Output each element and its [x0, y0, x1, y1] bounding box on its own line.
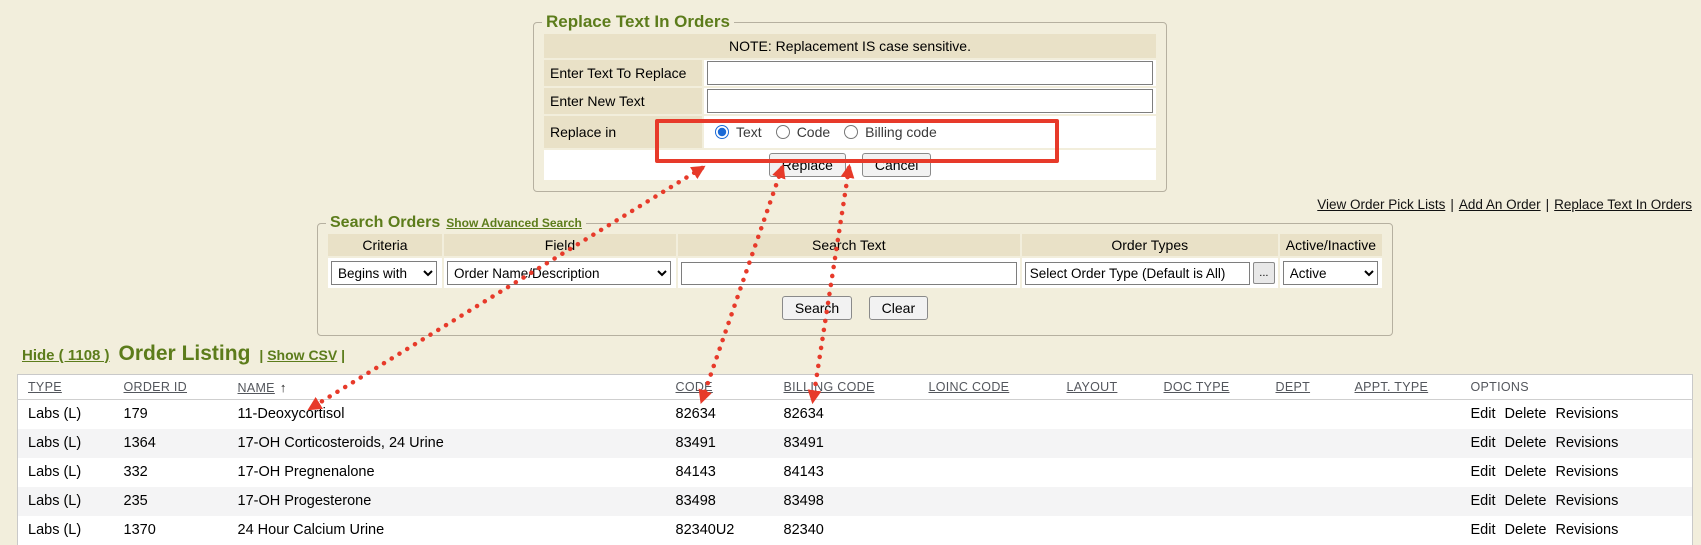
action-revisions-link[interactable]: Revisions [1555, 464, 1618, 480]
criteria-header: Criteria [328, 234, 442, 256]
criteria-select[interactable]: Begins with [331, 261, 437, 285]
page-action-links: View Order Pick Lists | Add An Order | Repla… [1317, 197, 1692, 212]
replace-button[interactable]: Replace [769, 153, 846, 177]
column-header-appt-type: APPT. TYPE [1345, 375, 1461, 400]
page-title: Order Listing [119, 342, 251, 366]
column-header-billing-code: BILLING CODE [774, 375, 919, 400]
search-text-input[interactable] [681, 262, 1017, 285]
action-delete-link[interactable]: Delete [1505, 435, 1547, 451]
action-edit-link[interactable]: Edit [1471, 493, 1496, 509]
cancel-button[interactable]: Cancel [862, 153, 932, 177]
csv-separator: | [259, 347, 263, 363]
table-row: Labs (L)136417-OH Corticosteroids, 24 Ur… [18, 429, 1693, 458]
table-row: Labs (L)33217-OH Pregnenalone8414384143E… [18, 458, 1693, 487]
action-delete-link[interactable]: Delete [1505, 464, 1547, 480]
action-delete-link[interactable]: Delete [1505, 522, 1547, 538]
text-to-replace-label: Enter Text To Replace [544, 60, 702, 86]
search-button[interactable]: Search [782, 296, 852, 320]
hide-count-link[interactable]: Hide ( 1108 ) [22, 347, 110, 364]
action-edit-link[interactable]: Edit [1471, 406, 1496, 422]
clear-button[interactable]: Clear [869, 296, 928, 320]
action-revisions-link[interactable]: Revisions [1555, 435, 1618, 451]
action-revisions-link[interactable]: Revisions [1555, 493, 1618, 509]
row-options: Edit Delete Revisions [1461, 487, 1693, 516]
row-options: Edit Delete Revisions [1461, 458, 1693, 487]
text-to-replace-input[interactable] [707, 61, 1153, 85]
action-revisions-link[interactable]: Revisions [1555, 406, 1618, 422]
column-header-loinc-code: LOINC CODE [919, 375, 1057, 400]
radio-code[interactable] [776, 125, 790, 139]
search-orders-form: Search Orders Show Advanced Search Criter… [317, 214, 1393, 336]
order-listing-table: TYPEORDER IDNAME↑CODEBILLING CODELOINC C… [17, 374, 1693, 545]
action-delete-link[interactable]: Delete [1505, 406, 1547, 422]
csv-separator: | [341, 347, 345, 363]
column-header-options: OPTIONS [1461, 375, 1693, 400]
row-options: Edit Delete Revisions [1461, 429, 1693, 458]
search-orders-legend: Search Orders [330, 214, 440, 231]
new-text-label: Enter New Text [544, 88, 702, 114]
radio-text[interactable] [715, 125, 729, 139]
link-separator: | [1450, 197, 1454, 212]
column-header-dept: DEPT [1266, 375, 1345, 400]
radio-billing-code-label[interactable]: Billing code [865, 124, 937, 140]
radio-billing-code[interactable] [844, 125, 858, 139]
order-table-body: Labs (L)17911-Deoxycortisol8263482634Edi… [18, 400, 1693, 545]
search-text-header: Search Text [678, 234, 1020, 256]
replace-form-grid: NOTE: Replacement IS case sensitive. Ent… [542, 32, 1158, 182]
action-edit-link[interactable]: Edit [1471, 522, 1496, 538]
search-grid: Criteria Field Search Text Order Types A… [326, 232, 1384, 290]
field-select[interactable]: Order Name/Description [447, 261, 671, 285]
row-options: Edit Delete Revisions [1461, 516, 1693, 545]
replace-text-in-orders-link[interactable]: Replace Text In Orders [1554, 197, 1692, 212]
new-text-input[interactable] [707, 89, 1153, 113]
link-separator: | [1546, 197, 1550, 212]
replace-in-radio-group: Text Code Billing code [707, 124, 1153, 140]
column-header-doc-type: DOC TYPE [1154, 375, 1266, 400]
add-an-order-link[interactable]: Add An Order [1459, 197, 1541, 212]
order-listing-header: Hide ( 1108 ) Order Listing | Show CSV | [22, 342, 345, 366]
radio-code-label[interactable]: Code [797, 124, 830, 140]
table-row: Labs (L)137024 Hour Calcium Urine82340U2… [18, 516, 1693, 545]
replace-in-label: Replace in [544, 116, 702, 148]
case-sensitive-note: NOTE: Replacement IS case sensitive. [544, 34, 1156, 58]
table-row: Labs (L)23517-OH Progesterone8349883498E… [18, 487, 1693, 516]
replace-text-form: Replace Text In Orders NOTE: Replacement… [533, 12, 1167, 192]
column-header-type: TYPE [18, 375, 114, 400]
action-edit-link[interactable]: Edit [1471, 464, 1496, 480]
column-header-name: NAME↑ [228, 375, 666, 400]
action-edit-link[interactable]: Edit [1471, 435, 1496, 451]
column-header-layout: LAYOUT [1057, 375, 1154, 400]
show-advanced-search-link[interactable]: Show Advanced Search [446, 216, 582, 230]
show-csv-link[interactable]: Show CSV [267, 347, 337, 363]
view-order-pick-lists-link[interactable]: View Order Pick Lists [1317, 197, 1445, 212]
table-row: Labs (L)17911-Deoxycortisol8263482634Edi… [18, 400, 1693, 429]
action-revisions-link[interactable]: Revisions [1555, 522, 1618, 538]
order-table-header-row: TYPEORDER IDNAME↑CODEBILLING CODELOINC C… [18, 375, 1693, 400]
replace-form-legend: Replace Text In Orders [542, 12, 734, 32]
row-options: Edit Delete Revisions [1461, 400, 1693, 429]
column-header-code: CODE [666, 375, 774, 400]
order-type-input[interactable] [1025, 262, 1250, 285]
radio-text-label[interactable]: Text [736, 124, 762, 140]
column-header-order-id: ORDER ID [114, 375, 228, 400]
action-delete-link[interactable]: Delete [1505, 493, 1547, 509]
order-types-header: Order Types [1022, 234, 1278, 256]
active-inactive-select[interactable]: Active [1283, 261, 1378, 285]
sort-ascending-icon: ↑ [280, 380, 287, 395]
field-header: Field [444, 234, 676, 256]
active-inactive-header: Active/Inactive [1280, 234, 1382, 256]
order-type-picker-button[interactable]: ... [1253, 262, 1275, 284]
